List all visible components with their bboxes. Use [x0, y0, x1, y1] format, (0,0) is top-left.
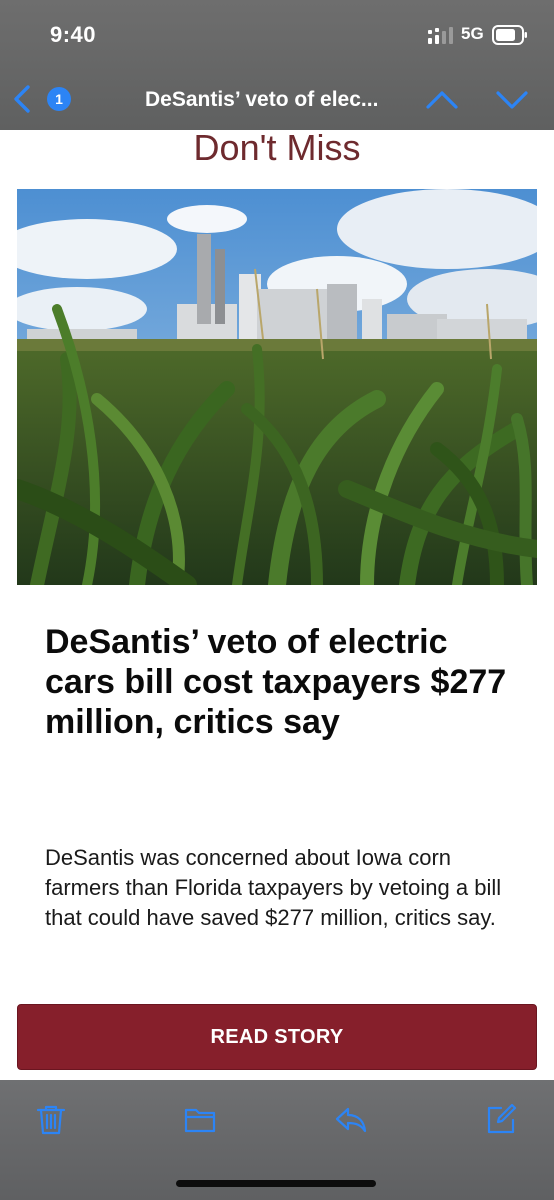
chevron-left-icon[interactable] [10, 84, 34, 114]
article-image[interactable] [17, 189, 537, 585]
nav-title: DeSantis’ veto of elec... [145, 88, 379, 111]
status-time: 9:40 [50, 22, 97, 47]
reply-icon[interactable] [334, 1102, 368, 1136]
network-label: 5G [461, 24, 484, 43]
corn-field-with-ethanol-plant-image [17, 189, 537, 585]
status-bar: 9:40 5G [0, 0, 554, 70]
folder-icon[interactable] [183, 1102, 217, 1136]
chevron-down-icon[interactable] [494, 88, 530, 112]
section-heading: Don't Miss [193, 127, 361, 168]
compose-icon[interactable] [484, 1102, 518, 1136]
read-story-button[interactable]: READ STORY [17, 1004, 537, 1070]
top-chrome: 9:40 5G 1 DeSantis’ veto of elec... [0, 0, 554, 130]
trash-icon[interactable] [34, 1102, 68, 1136]
unread-count-badge[interactable]: 1 [47, 87, 71, 111]
cellular-signal-icon [428, 27, 453, 44]
email-content: Don't Miss DeSantis’ veto of electric ca… [0, 130, 554, 1080]
article-headline[interactable]: DeSantis’ veto of electric cars bill cos… [45, 622, 515, 742]
chevron-up-icon[interactable] [424, 88, 460, 112]
battery-icon [492, 25, 527, 45]
nav-bar: 1 DeSantis’ veto of elec... [0, 70, 554, 130]
home-indicator [176, 1180, 376, 1187]
article-summary: DeSantis was concerned about Iowa corn f… [45, 845, 502, 930]
